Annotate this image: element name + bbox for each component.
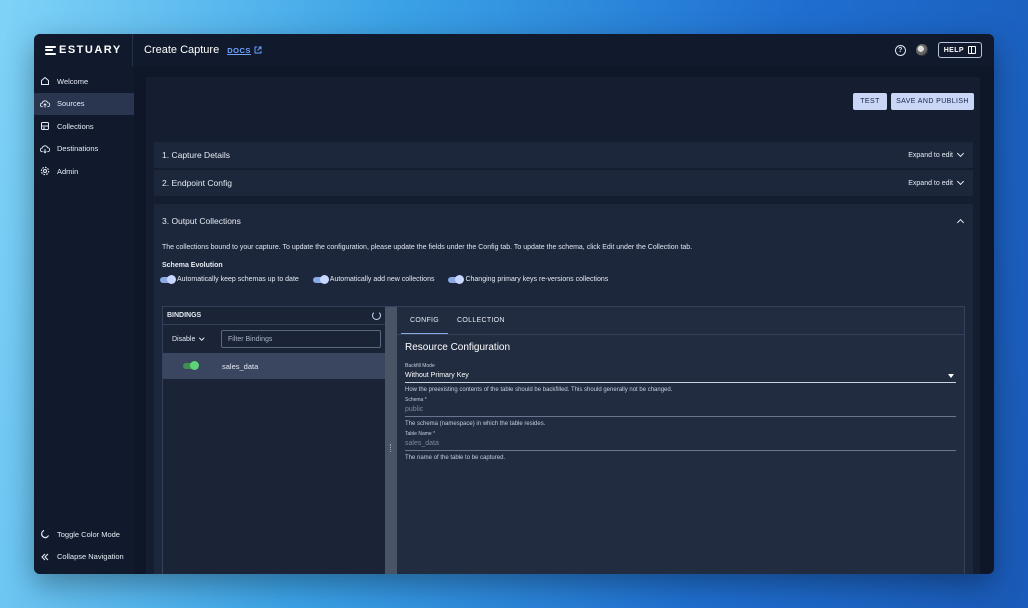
toggle-label: Changing primary keys re-versions collec…	[465, 276, 609, 283]
logo-text: ESTUARY	[59, 44, 122, 56]
backfill-mode-select[interactable]: Without Primary Key	[405, 369, 956, 383]
toggle-switch[interactable]	[312, 274, 329, 284]
cloud-upload-icon	[40, 99, 50, 109]
double-chevron-left-icon	[40, 552, 50, 562]
toggle-color-mode-label: Toggle Color Mode	[57, 529, 120, 539]
backfill-mode-field: Backfill Mode Without Primary Key How th…	[405, 363, 956, 393]
resource-config-title: Resource Configuration	[405, 342, 511, 353]
sidebar-panel-icon	[968, 46, 976, 54]
output-collections-section: 3. Output Collections The collections bo…	[154, 204, 973, 574]
estuary-logo-icon	[45, 45, 56, 56]
expand-to-edit-toggle[interactable]: Expand to edit	[908, 149, 965, 159]
caret-down-icon	[948, 373, 954, 378]
sidebar-item-label: Sources	[57, 99, 85, 109]
chevron-down-icon	[956, 177, 965, 186]
expand-label: Expand to edit	[908, 151, 953, 159]
expand-to-edit-toggle[interactable]: Expand to edit	[908, 177, 965, 187]
table-name-input[interactable]: sales_data	[405, 437, 956, 451]
expand-label: Expand to edit	[908, 179, 953, 187]
page-title: Create Capture	[144, 44, 220, 56]
chevron-up-icon[interactable]	[956, 218, 965, 227]
sidebar-item-destinations[interactable]: Destinations	[34, 138, 134, 161]
gear-icon	[40, 166, 50, 176]
test-button[interactable]: TEST	[853, 93, 887, 110]
avatar[interactable]	[915, 44, 928, 56]
sidebar-item-label: Admin	[57, 166, 79, 176]
toggle-switch[interactable]	[160, 274, 176, 284]
toggle-color-mode-button[interactable]: Toggle Color Mode	[34, 523, 134, 546]
field-help: The name of the table to be captured.	[405, 455, 506, 461]
cloud-download-icon	[40, 144, 50, 154]
sidebar-item-label: Destinations	[57, 144, 99, 154]
help-button[interactable]: HELP	[937, 42, 982, 58]
chevron-down-icon	[199, 335, 205, 341]
sidebar-item-collections[interactable]: Collections	[34, 115, 134, 138]
app-window: ESTUARY Create Capture DOCS ? HELP Welco…	[34, 34, 994, 574]
toggle-keep-schemas[interactable]: Automatically keep schemas up to date	[160, 274, 299, 284]
binding-row[interactable]: sales_data	[163, 353, 385, 379]
estuary-logo[interactable]: ESTUARY	[34, 34, 133, 66]
sidebar-item-admin[interactable]: Admin	[34, 160, 134, 183]
schema-input[interactable]: public	[405, 403, 956, 417]
toggle-label: Automatically add new collections	[329, 276, 435, 283]
input-value: public	[405, 406, 424, 413]
refresh-icon[interactable]	[372, 311, 381, 320]
bindings-list: BINDINGS Disable Filter Bindings sales_d…	[163, 307, 385, 574]
sidebar-item-label: Collections	[57, 121, 94, 131]
sidebar-item-label: Welcome	[57, 76, 89, 86]
capture-details-section[interactable]: 1. Capture Details Expand to edit	[154, 142, 973, 168]
binding-enabled-toggle[interactable]	[183, 361, 199, 370]
toggle-add-collections[interactable]: Automatically add new collections	[312, 274, 435, 284]
help-circle-icon[interactable]: ?	[894, 44, 906, 56]
main-content: TEST SAVE AND PUBLISH 1. Capture Details…	[146, 77, 980, 574]
binding-name: sales_data	[222, 361, 259, 371]
filter-bindings-input[interactable]: Filter Bindings	[221, 330, 381, 348]
top-bar: ESTUARY Create Capture DOCS ? HELP	[34, 34, 994, 66]
sidebar-item-welcome[interactable]: Welcome	[34, 70, 134, 93]
sidebar: Welcome Sources Collections Destinations…	[34, 66, 134, 574]
schema-evolution-toggles: Automatically keep schemas up to date Au…	[160, 274, 609, 284]
select-value: Without Primary Key	[405, 372, 469, 379]
external-link-icon	[254, 46, 262, 54]
toggle-primary-keys[interactable]: Changing primary keys re-versions collec…	[448, 274, 609, 284]
tab-collection[interactable]: COLLECTION	[448, 307, 514, 334]
bindings-panel: BINDINGS Disable Filter Bindings sales_d…	[162, 306, 965, 574]
section-title: 1. Capture Details	[162, 150, 231, 160]
schema-field: Schema * public The schema (namespace) i…	[405, 397, 956, 427]
chevron-down-icon	[956, 149, 965, 158]
database-icon	[40, 121, 50, 131]
section-title: 2. Endpoint Config	[162, 178, 232, 188]
toggle-label: Automatically keep schemas up to date	[177, 276, 299, 283]
table-name-field: Table Name * sales_data The name of the …	[405, 431, 956, 461]
docs-link[interactable]: DOCS	[227, 46, 262, 55]
disable-dropdown[interactable]: Disable	[172, 336, 208, 343]
toggle-switch[interactable]	[448, 274, 465, 284]
section-title: 3. Output Collections	[162, 216, 241, 226]
output-description: The collections bound to your capture. T…	[162, 244, 693, 251]
endpoint-config-section[interactable]: 2. Endpoint Config Expand to edit	[154, 169, 973, 196]
field-help: How the preexisting contents of the tabl…	[405, 387, 673, 393]
field-help: The schema (namespace) in which the tabl…	[405, 421, 546, 427]
resource-config-panel: CONFIG COLLECTION Resource Configuration…	[397, 307, 964, 574]
collapse-navigation-button[interactable]: Collapse Navigation	[34, 546, 134, 569]
input-value: sales_data	[405, 440, 439, 447]
home-icon	[40, 76, 50, 86]
disable-label: Disable	[172, 335, 196, 343]
save-and-publish-button[interactable]: SAVE AND PUBLISH	[891, 93, 974, 110]
bindings-header: BINDINGS	[167, 312, 202, 319]
collapse-navigation-label: Collapse Navigation	[57, 552, 124, 562]
schema-evolution-title: Schema Evolution	[162, 262, 223, 269]
docs-link-label: DOCS	[227, 45, 251, 55]
help-button-label: HELP	[943, 46, 964, 54]
tab-config[interactable]: CONFIG	[401, 307, 449, 334]
moon-icon	[40, 529, 50, 539]
panel-resize-handle[interactable]	[385, 307, 397, 574]
sidebar-item-sources[interactable]: Sources	[34, 92, 134, 115]
